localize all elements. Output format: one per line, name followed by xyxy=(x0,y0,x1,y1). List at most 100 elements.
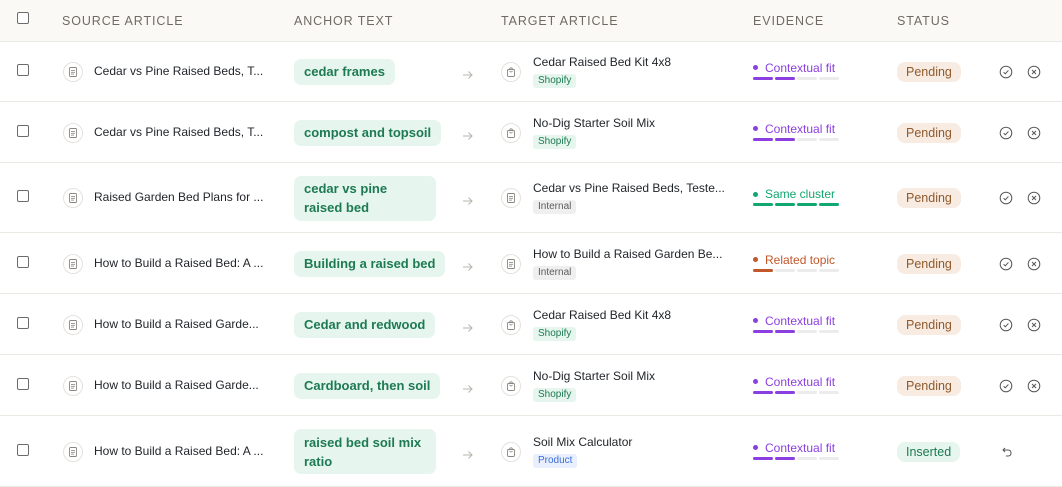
arrow-right-icon xyxy=(462,320,474,338)
target-article[interactable]: No-Dig Starter Soil Mix xyxy=(533,369,655,383)
row-checkbox[interactable] xyxy=(17,190,29,202)
evidence-bar-segment xyxy=(775,137,795,141)
evidence-label: Contextual fit xyxy=(753,375,835,389)
anchor-text-chip[interactable]: Cardboard, then soil xyxy=(294,372,441,399)
target-type-tag: Internal xyxy=(533,200,577,214)
anchor-text-chip[interactable]: raised bed soil mix ratio xyxy=(294,429,436,474)
evidence-bar-segment xyxy=(775,329,795,333)
approve-icon[interactable] xyxy=(999,318,1013,332)
document-icon xyxy=(63,441,83,462)
source-article[interactable]: How to Build a Raised Garde... xyxy=(94,378,259,392)
source-article[interactable]: How to Build a Raised Bed: A ... xyxy=(94,444,263,458)
table-row: How to Build a Raised Bed: A ... Buildin… xyxy=(0,233,1062,294)
source-article[interactable]: Cedar vs Pine Raised Beds, T... xyxy=(94,64,263,78)
document-icon xyxy=(63,253,83,274)
target-article[interactable]: Cedar vs Pine Raised Beds, Teste... xyxy=(533,181,725,195)
status-badge: Pending xyxy=(897,253,961,274)
table-row: How to Build a Raised Garde... Cedar and… xyxy=(0,294,1062,355)
evidence-bar-segment xyxy=(819,76,839,80)
evidence-bar-segment xyxy=(797,390,817,394)
evidence-text: Contextual fit xyxy=(765,440,836,455)
reject-icon[interactable] xyxy=(1027,257,1041,271)
evidence-bar-segment xyxy=(797,456,817,460)
header-source: SOURCE ARTICLE xyxy=(62,14,184,28)
source-article[interactable]: Raised Garden Bed Plans for ... xyxy=(94,190,263,204)
table-header: SOURCE ARTICLE ANCHOR TEXT TARGET ARTICL… xyxy=(0,0,1062,42)
target-type-tag: Shopify xyxy=(533,134,577,149)
approve-icon[interactable] xyxy=(999,379,1013,393)
anchor-text-chip[interactable]: cedar vs pine raised bed xyxy=(294,175,436,221)
approve-icon[interactable] xyxy=(999,126,1013,140)
anchor-text-chip[interactable]: Cedar and redwood xyxy=(294,311,436,338)
evidence-bar-segment xyxy=(819,268,839,272)
evidence-text: Contextual fit xyxy=(765,374,836,389)
arrow-right-icon xyxy=(462,447,474,465)
header-target: TARGET ARTICLE xyxy=(501,14,619,28)
document-icon xyxy=(63,188,83,208)
row-checkbox[interactable] xyxy=(17,124,29,137)
row-checkbox[interactable] xyxy=(17,443,29,456)
evidence-strength-bar xyxy=(753,456,839,460)
evidence-text: Related topic xyxy=(765,252,836,267)
shopping-bag-icon xyxy=(501,61,521,82)
arrow-right-icon xyxy=(462,381,474,399)
target-type-tag: Shopify xyxy=(533,326,577,341)
status-badge: Pending xyxy=(897,188,961,208)
evidence-bar-segment xyxy=(775,76,795,80)
table-row: How to Build a Raised Bed: A ... raised … xyxy=(0,416,1062,487)
reject-icon[interactable] xyxy=(1027,379,1041,393)
evidence-bar-segment xyxy=(819,456,839,460)
evidence-strength-bar xyxy=(753,390,839,394)
evidence-bar-segment xyxy=(797,329,817,333)
target-article[interactable]: Cedar Raised Bed Kit 4x8 xyxy=(533,55,671,69)
reject-icon[interactable] xyxy=(1027,126,1041,140)
undo-icon[interactable] xyxy=(999,445,1013,459)
table-row: Raised Garden Bed Plans for ... cedar vs… xyxy=(0,163,1062,233)
source-article[interactable]: How to Build a Raised Bed: A ... xyxy=(94,256,263,270)
anchor-text-chip[interactable]: Building a raised bed xyxy=(294,250,446,277)
document-icon xyxy=(63,122,83,143)
approve-icon[interactable] xyxy=(999,191,1013,205)
target-type-tag: Internal xyxy=(533,265,577,280)
target-article[interactable]: How to Build a Raised Garden Be... xyxy=(533,247,722,261)
shopping-bag-icon xyxy=(501,122,521,143)
anchor-text-chip[interactable]: compost and topsoil xyxy=(294,119,442,146)
status-badge: Pending xyxy=(897,61,961,82)
select-all-checkbox[interactable] xyxy=(17,12,29,24)
target-article[interactable]: Soil Mix Calculator xyxy=(533,435,632,449)
table-row: Cedar vs Pine Raised Beds, T... cedar fr… xyxy=(0,41,1062,102)
row-checkbox[interactable] xyxy=(17,63,29,76)
row-checkbox[interactable] xyxy=(17,377,29,390)
target-type-tag: Shopify xyxy=(533,387,577,402)
document-icon xyxy=(63,61,83,82)
evidence-label: Contextual fit xyxy=(753,314,835,328)
evidence-label: Related topic xyxy=(753,253,835,267)
evidence-strength-bar xyxy=(753,268,839,272)
evidence-bar-segment xyxy=(753,76,773,80)
evidence-bar-segment xyxy=(753,137,773,141)
reject-icon[interactable] xyxy=(1027,191,1041,205)
arrow-right-icon xyxy=(462,259,474,277)
evidence-label: Contextual fit xyxy=(753,441,835,455)
reject-icon[interactable] xyxy=(1027,65,1041,79)
evidence-text: Contextual fit xyxy=(765,121,836,136)
approve-icon[interactable] xyxy=(999,65,1013,79)
target-article[interactable]: Cedar Raised Bed Kit 4x8 xyxy=(533,308,671,322)
status-badge: Pending xyxy=(897,122,961,143)
row-checkbox[interactable] xyxy=(17,255,29,268)
table-row: Cedar vs Pine Raised Beds, T... compost … xyxy=(0,102,1062,163)
evidence-bar-segment xyxy=(775,268,795,272)
evidence-bar-segment xyxy=(819,137,839,141)
evidence-bar-segment xyxy=(819,390,839,394)
target-article[interactable]: No-Dig Starter Soil Mix xyxy=(533,116,655,130)
shopping-bag-icon xyxy=(501,441,521,462)
approve-icon[interactable] xyxy=(999,257,1013,271)
header-anchor: ANCHOR TEXT xyxy=(294,14,394,28)
source-article[interactable]: How to Build a Raised Garde... xyxy=(94,317,259,331)
row-checkbox[interactable] xyxy=(17,316,29,329)
evidence-bar-segment xyxy=(797,268,817,272)
source-article[interactable]: Cedar vs Pine Raised Beds, T... xyxy=(94,125,263,139)
anchor-text-chip[interactable]: cedar frames xyxy=(294,58,395,85)
evidence-dot xyxy=(753,126,758,131)
reject-icon[interactable] xyxy=(1027,318,1041,332)
